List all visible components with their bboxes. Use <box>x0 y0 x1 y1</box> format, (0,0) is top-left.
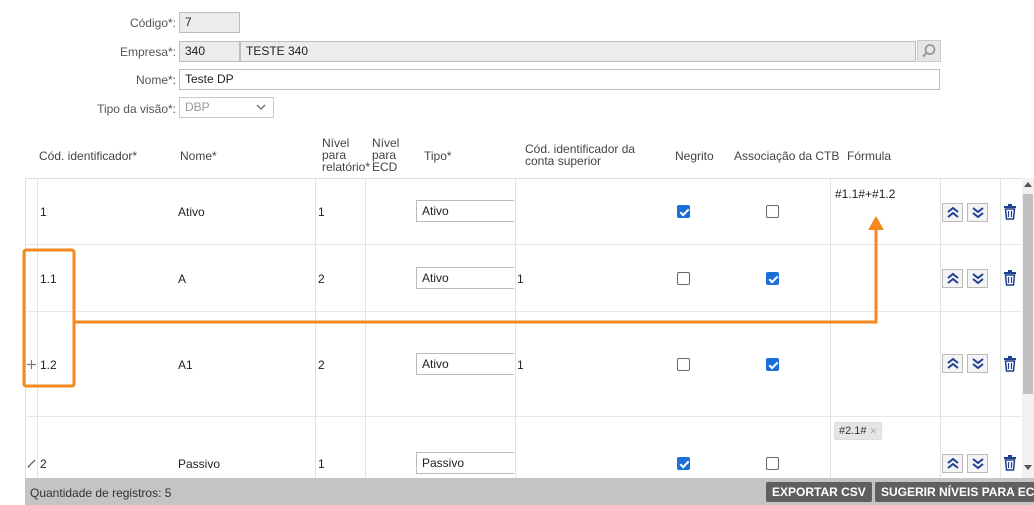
grid-footer: Quantidade de registros: 5 EXPORTAR CSV … <box>25 478 1034 505</box>
record-count: Quantidade de registros: 5 <box>30 486 172 500</box>
annotation-overlay <box>22 216 884 388</box>
sugerir-niveis-button[interactable]: SUGERIR NÍVEIS PARA ECD <box>875 482 1034 502</box>
export-csv-button[interactable]: EXPORTAR CSV <box>766 482 872 502</box>
